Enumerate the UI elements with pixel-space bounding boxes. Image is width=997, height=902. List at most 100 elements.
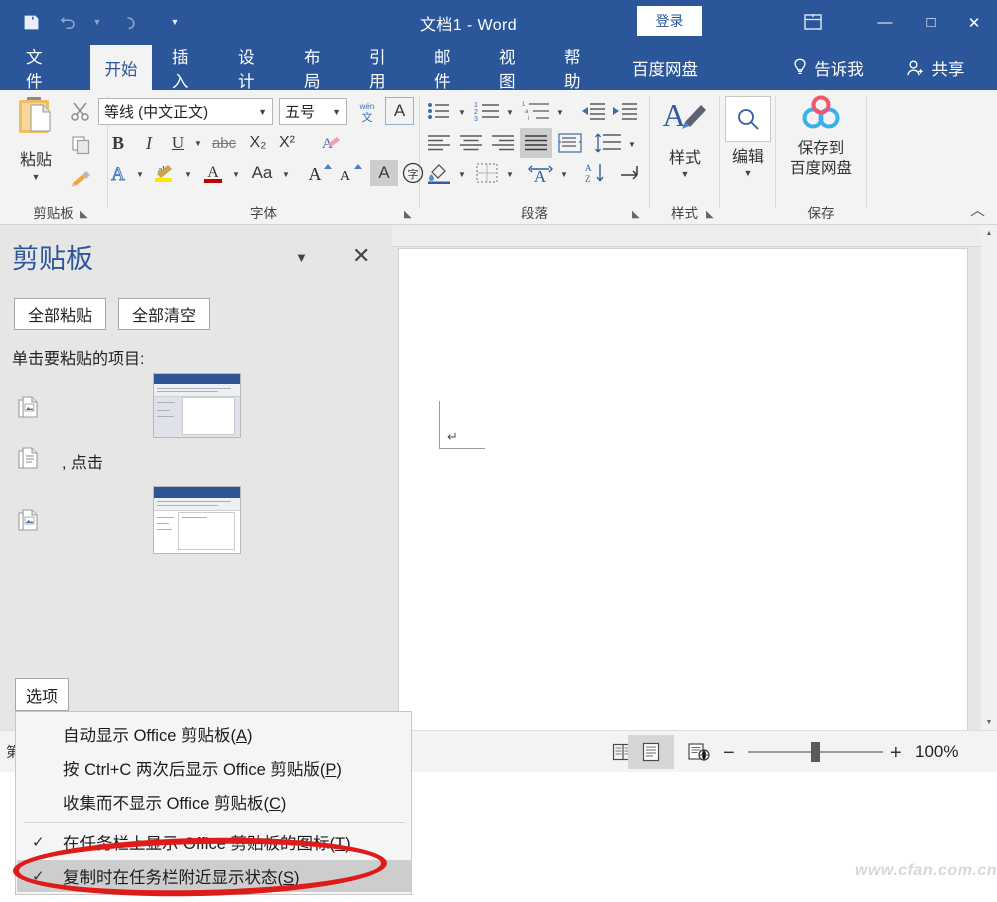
tab-insert[interactable]: 插入 bbox=[160, 45, 216, 90]
grow-font-icon[interactable]: A bbox=[305, 160, 335, 186]
multilevel-dropdown-caret-icon[interactable]: ▼ bbox=[554, 106, 566, 118]
change-case-dropdown-caret-icon[interactable]: ▼ bbox=[280, 168, 292, 180]
shrink-font-icon[interactable]: A bbox=[336, 160, 366, 186]
text-effects-dropdown-caret-icon[interactable]: ▼ bbox=[134, 168, 146, 180]
tab-share[interactable]: 共享 bbox=[888, 45, 982, 90]
align-left-icon[interactable] bbox=[424, 130, 454, 156]
clear-formatting-icon[interactable]: A bbox=[313, 130, 343, 156]
show-formatting-marks-icon[interactable] bbox=[616, 160, 646, 186]
text-effects-icon[interactable]: A bbox=[104, 160, 132, 186]
pane-dropdown-icon[interactable]: ▼ bbox=[295, 250, 308, 265]
tab-mailings[interactable]: 邮件 bbox=[422, 45, 478, 90]
editing-dropdown-caret-icon[interactable]: ▼ bbox=[723, 168, 773, 178]
align-right-icon[interactable] bbox=[488, 130, 518, 156]
underline-dropdown-caret-icon[interactable]: ▼ bbox=[192, 137, 204, 149]
align-center-icon[interactable] bbox=[456, 130, 486, 156]
sort-icon[interactable]: AZ bbox=[580, 160, 610, 186]
zoom-level-label[interactable]: 100% bbox=[915, 742, 958, 762]
font-color-dropdown-caret-icon[interactable]: ▼ bbox=[230, 168, 242, 180]
menu-item-show-status-near-taskbar[interactable]: ✓ 复制时在任务栏附近显示状态(S) bbox=[17, 860, 412, 892]
font-color-icon[interactable]: A bbox=[198, 160, 228, 186]
borders-dropdown-caret-icon[interactable]: ▼ bbox=[504, 168, 516, 180]
font-size-combo[interactable]: 五号 ▼ bbox=[279, 98, 347, 125]
web-layout-icon[interactable] bbox=[676, 735, 722, 769]
zoom-out-button[interactable]: − bbox=[723, 742, 735, 765]
styles-button[interactable]: A 样式 ▼ bbox=[659, 96, 711, 179]
clipboard-item[interactable]: , 点击 bbox=[0, 440, 392, 480]
copy-icon[interactable] bbox=[60, 128, 102, 162]
underline-button[interactable]: U bbox=[165, 130, 191, 156]
superscript-button[interactable]: X² bbox=[274, 130, 300, 156]
styles-dialog-launcher[interactable]: ◣ bbox=[706, 209, 714, 220]
tab-home[interactable]: 开始 bbox=[90, 45, 152, 90]
vertical-scrollbar[interactable]: ▲ ▼ bbox=[981, 225, 997, 730]
numbering-dropdown-caret-icon[interactable]: ▼ bbox=[504, 106, 516, 118]
bold-button[interactable]: B bbox=[104, 130, 132, 156]
pane-close-icon[interactable]: ✕ bbox=[352, 243, 370, 269]
scissors-icon[interactable] bbox=[60, 94, 102, 128]
zoom-in-button[interactable]: + bbox=[890, 742, 902, 765]
decrease-indent-icon[interactable] bbox=[578, 98, 608, 124]
zoom-slider-handle[interactable] bbox=[811, 742, 820, 762]
text-highlight-icon[interactable]: ab bbox=[150, 160, 180, 186]
tab-design[interactable]: 设计 bbox=[226, 45, 282, 90]
sign-in-button[interactable]: 登录 bbox=[637, 6, 702, 36]
tab-layout[interactable]: 布局 bbox=[292, 45, 348, 90]
clipboard-dialog-launcher[interactable]: ◣ bbox=[80, 209, 88, 220]
styles-dropdown-caret-icon[interactable]: ▼ bbox=[659, 169, 711, 179]
character-shading-icon[interactable]: A bbox=[370, 160, 398, 186]
change-case-button[interactable]: Aa bbox=[245, 160, 279, 186]
close-button[interactable]: ✕ bbox=[951, 0, 997, 45]
maximize-button[interactable]: □ bbox=[908, 0, 954, 45]
numbered-list-icon[interactable]: 123 bbox=[472, 98, 502, 124]
scroll-down-icon[interactable]: ▼ bbox=[981, 714, 997, 730]
highlight-dropdown-caret-icon[interactable]: ▼ bbox=[182, 168, 194, 180]
collapse-ribbon-chevron-icon[interactable]: ︿ bbox=[970, 199, 985, 220]
tab-file[interactable]: 文件 bbox=[14, 45, 70, 90]
multilevel-list-icon[interactable]: 1ai bbox=[520, 98, 552, 124]
tab-tell-me[interactable]: 告诉我 bbox=[778, 45, 878, 90]
subscript-button[interactable]: X₂ bbox=[245, 130, 271, 156]
italic-button[interactable]: I bbox=[136, 130, 162, 156]
menu-item-show-taskbar-icon[interactable]: ✓ 在任务栏上显示 Office 剪贴板的图标(T) bbox=[17, 826, 412, 858]
paste-dropdown-caret-icon[interactable]: ▼ bbox=[6, 172, 66, 182]
tab-review[interactable]: 视图 bbox=[487, 45, 543, 90]
format-painter-icon[interactable] bbox=[60, 162, 102, 196]
menu-item-auto-show[interactable]: 自动显示 Office 剪贴板(A) bbox=[17, 718, 412, 750]
paste-all-button[interactable]: 全部粘贴 bbox=[14, 298, 106, 330]
editing-button[interactable]: 编辑 ▼ bbox=[723, 96, 773, 178]
print-layout-icon[interactable] bbox=[628, 735, 674, 769]
justify-icon[interactable] bbox=[520, 128, 552, 158]
shading-icon[interactable] bbox=[424, 160, 454, 186]
increase-indent-icon[interactable] bbox=[610, 98, 640, 124]
tab-view[interactable]: 帮助 bbox=[552, 45, 608, 90]
strikethrough-button[interactable]: abc bbox=[207, 130, 241, 156]
clipboard-item[interactable] bbox=[0, 483, 392, 553]
clipboard-options-button[interactable]: 选项 bbox=[15, 678, 69, 711]
paragraph-dialog-launcher[interactable]: ◣ bbox=[632, 209, 640, 220]
line-spacing-icon[interactable] bbox=[592, 130, 624, 156]
paste-button[interactable]: 粘贴 ▼ bbox=[6, 94, 66, 182]
menu-item-ctrl-c-twice[interactable]: 按 Ctrl+C 两次后显示 Office 剪贴版(P) bbox=[17, 752, 412, 784]
asian-layout-icon[interactable]: A bbox=[524, 160, 556, 186]
bullets-dropdown-caret-icon[interactable]: ▼ bbox=[456, 106, 468, 118]
tab-help[interactable]: 百度网盘 bbox=[617, 45, 713, 90]
line-spacing-dropdown-caret-icon[interactable]: ▼ bbox=[626, 138, 638, 150]
ribbon-display-options-icon[interactable] bbox=[800, 9, 826, 35]
clear-all-button[interactable]: 全部清空 bbox=[118, 298, 210, 330]
tab-references[interactable]: 引用 bbox=[357, 45, 413, 90]
bullet-list-icon[interactable] bbox=[424, 98, 454, 124]
font-dialog-launcher[interactable]: ◣ bbox=[404, 209, 412, 220]
font-name-combo[interactable]: 等线 (中文正文) ▼ bbox=[98, 98, 273, 125]
chevron-down-icon[interactable]: ▼ bbox=[332, 107, 341, 117]
distribute-icon[interactable] bbox=[555, 130, 585, 156]
save-to-baidu-netdisk-button[interactable]: 保存到 百度网盘 bbox=[776, 94, 866, 179]
borders-icon[interactable] bbox=[472, 160, 502, 186]
asian-layout-dropdown-caret-icon[interactable]: ▼ bbox=[558, 168, 570, 180]
clipboard-item[interactable] bbox=[0, 370, 392, 430]
document-page[interactable]: ↵ bbox=[398, 248, 968, 730]
ruler[interactable] bbox=[392, 225, 997, 247]
phonetic-guide-icon[interactable]: wén文 bbox=[353, 98, 381, 125]
menu-item-collect-without-showing[interactable]: 收集而不显示 Office 剪贴板(C) bbox=[17, 786, 412, 818]
scroll-up-icon[interactable]: ▲ bbox=[981, 225, 997, 241]
